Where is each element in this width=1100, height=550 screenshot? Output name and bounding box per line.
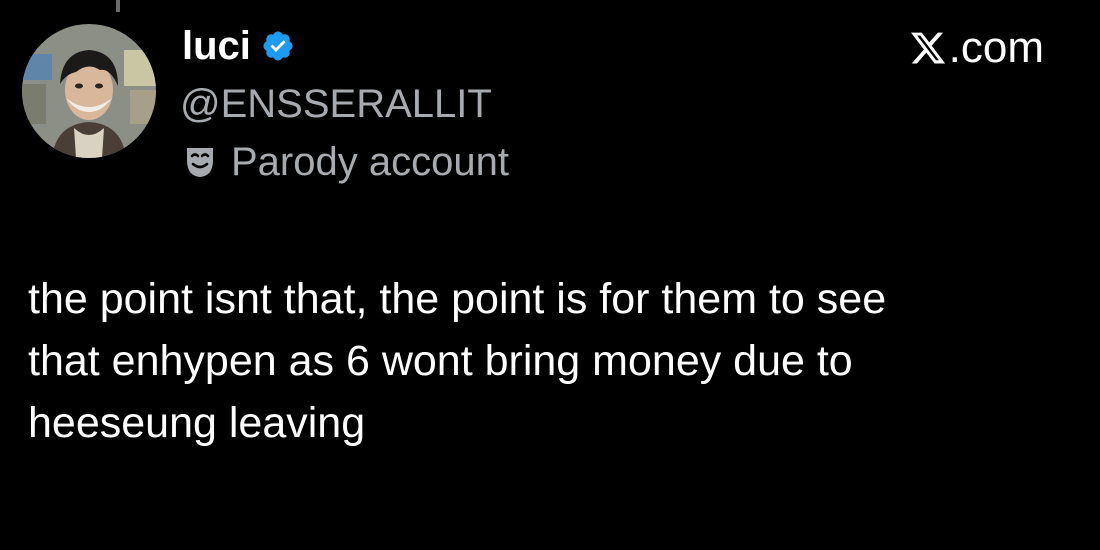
author-name-row[interactable]: luci bbox=[182, 26, 295, 66]
brand-suffix: .com bbox=[948, 23, 1044, 72]
verified-badge-icon bbox=[261, 29, 295, 63]
tweet-text-line: heeseung leaving bbox=[28, 399, 366, 447]
display-name[interactable]: luci bbox=[182, 26, 251, 66]
user-handle[interactable]: @ENSSERALLIT bbox=[180, 82, 492, 126]
x-logo-icon bbox=[908, 29, 948, 67]
parody-label-row: Parody account bbox=[185, 140, 509, 184]
tweet-text: the point isnt that, the point is for th… bbox=[28, 268, 1088, 454]
tweet-text-line: that enhypen as 6 wont bring money due t… bbox=[28, 337, 853, 385]
theater-mask-icon bbox=[185, 146, 215, 178]
parody-account-label: Parody account bbox=[231, 140, 509, 184]
brand-watermark: .com bbox=[908, 26, 1044, 70]
avatar[interactable] bbox=[22, 24, 156, 158]
divider-line bbox=[116, 0, 120, 12]
tweet-text-line: the point isnt that, the point is for th… bbox=[28, 275, 887, 323]
